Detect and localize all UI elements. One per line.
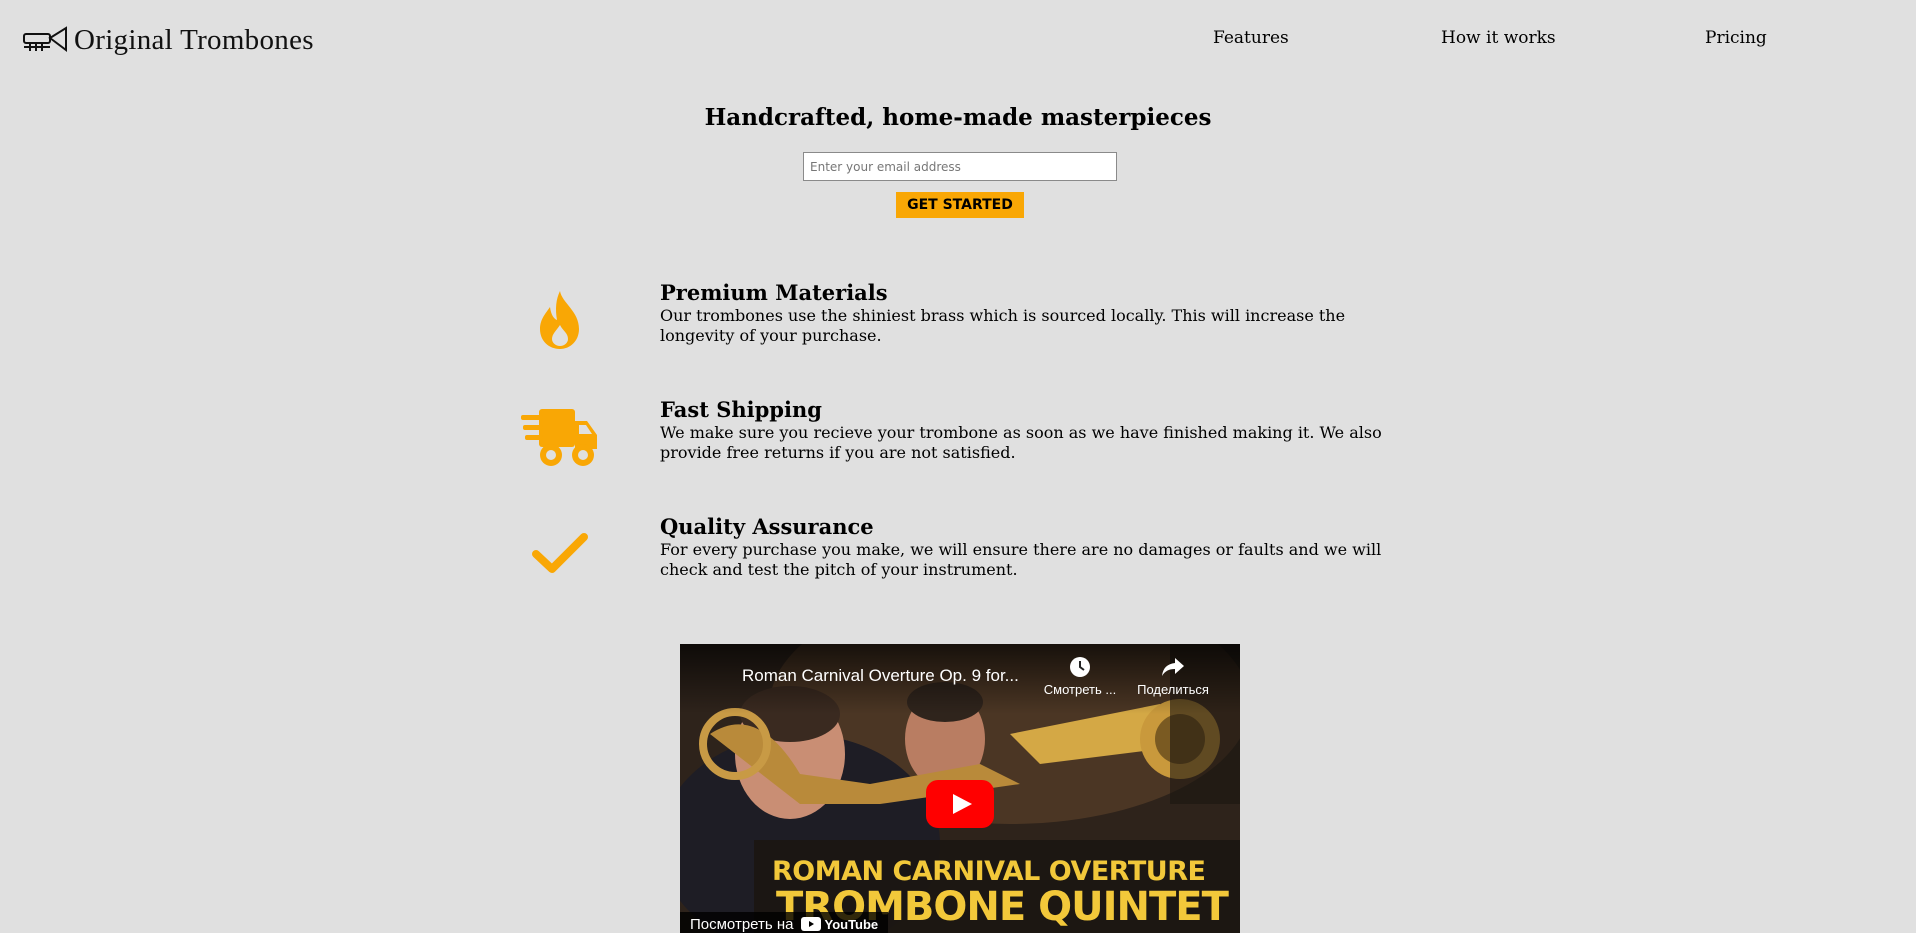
feature-heading: Fast Shipping [660,397,822,422]
feature-premium-materials: Premium Materials Our trombones use the … [500,280,1400,360]
youtube-wordmark: YouTube [824,916,879,932]
truck-icon [500,397,620,477]
feature-heading: Premium Materials [660,280,888,305]
check-icon [500,514,620,594]
feature-text: Fast Shipping We make sure you recieve y… [660,397,1400,463]
play-icon[interactable] [926,780,994,828]
main-nav: Features How it works Pricing [0,28,1916,56]
watch-on-youtube-link[interactable]: Посмотреть на YouTube [680,912,889,933]
share-icon [1162,658,1184,676]
banner-line-1: ROMAN CARNIVAL OVERTURE [772,856,1206,887]
nav-link-features[interactable]: Features [1213,28,1289,48]
youtube-icon [801,917,822,931]
feature-heading: Quality Assurance [660,514,874,539]
clock-icon [1070,657,1090,677]
feature-fast-shipping: Fast Shipping We make sure you recieve y… [500,397,1400,477]
watch-later-button[interactable]: Смотреть ... [1038,656,1122,697]
video-title[interactable]: Roman Carnival Overture Op. 9 for... [742,666,1019,686]
video-embed[interactable]: Roman Carnival Overture Op. 9 for... Смо… [680,644,1240,933]
fire-icon [500,280,620,360]
youtube-logo: YouTube [801,917,878,932]
email-input[interactable] [803,152,1117,181]
share-label: Поделиться [1137,682,1209,697]
share-button[interactable]: Поделиться [1130,656,1216,697]
page-header: Original Trombones Features How it works… [0,0,1916,82]
nav-link-how-it-works[interactable]: How it works [1441,28,1556,48]
nav-link-pricing[interactable]: Pricing [1705,28,1767,48]
hero-title: Handcrafted, home-made masterpieces [704,104,1212,131]
watch-later-label: Смотреть ... [1043,682,1117,697]
feature-text: Premium Materials Our trombones use the … [660,280,1400,346]
feature-text: Quality Assurance For every purchase you… [660,514,1400,580]
get-started-button[interactable]: GET STARTED [896,192,1024,218]
feature-description: We make sure you recieve your trombone a… [660,423,1382,462]
feature-description: For every purchase you make, we will ens… [660,540,1382,579]
feature-description: Our trombones use the shiniest brass whi… [660,306,1346,345]
watch-on-label: Посмотреть на [690,915,794,933]
feature-quality-assurance: Quality Assurance For every purchase you… [500,514,1400,594]
